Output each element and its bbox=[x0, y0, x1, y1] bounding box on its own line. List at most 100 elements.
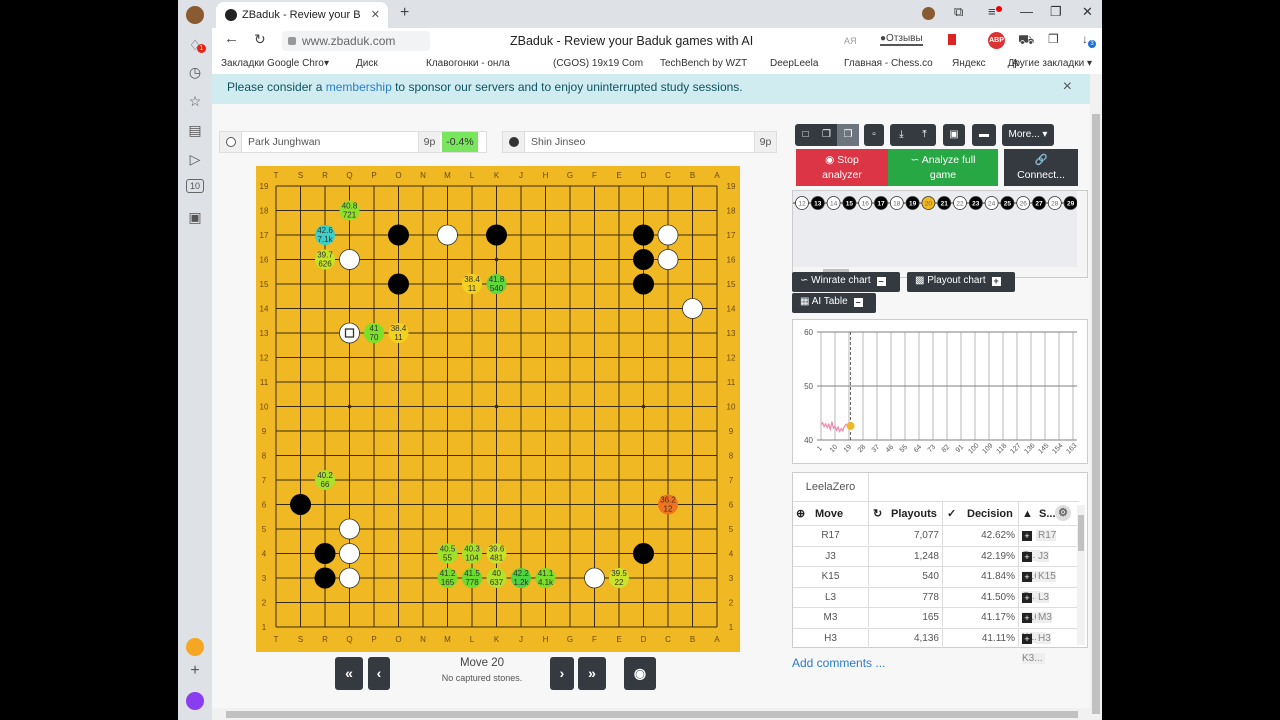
save-icon[interactable]: ▣ bbox=[943, 124, 965, 146]
play-icon[interactable]: ▷ bbox=[186, 150, 204, 168]
last-move-button[interactable]: » bbox=[578, 657, 606, 690]
move-timeline[interactable]: 12 13 14 15 16 17 18 19 20 21 22 23 24 25 26 27 28 29 bbox=[792, 190, 1088, 278]
history-icon[interactable]: ◷ bbox=[186, 63, 204, 81]
toggle-view-button[interactable]: ◉ bbox=[624, 657, 656, 690]
table-row[interactable]: K1554041.84%+K15 C... bbox=[793, 566, 1079, 602]
minimize-icon[interactable]: — bbox=[1020, 4, 1033, 19]
expand-sequence-icon[interactable]: + bbox=[1022, 531, 1032, 541]
page-horizontal-scrollbar[interactable] bbox=[212, 708, 1090, 720]
board-svg[interactable]: TT19 19SS18 18RR17 17QQ16 16PP15 15OO14 14NN13… bbox=[256, 166, 740, 652]
tabs-icon[interactable]: ⧉ bbox=[954, 4, 963, 20]
timeline-move[interactable]: 23 bbox=[968, 196, 983, 210]
delete-icon[interactable]: ▫ bbox=[864, 124, 884, 146]
menu-icon[interactable]: ≡ bbox=[988, 4, 1002, 19]
close-alert-icon[interactable]: × bbox=[1063, 74, 1072, 100]
white-player-name[interactable]: Park Junghwan bbox=[248, 132, 320, 152]
copy-icon[interactable]: ❐ bbox=[816, 124, 837, 146]
extensions-icon[interactable]: ❐ bbox=[1048, 32, 1059, 46]
timeline-move[interactable]: 20 bbox=[921, 196, 936, 210]
engine-tab[interactable]: LeelaZero bbox=[793, 473, 869, 501]
alice-icon[interactable] bbox=[186, 692, 204, 710]
close-tab-icon[interactable]: ✕ bbox=[371, 2, 380, 28]
expand-sequence-icon[interactable]: + bbox=[1022, 613, 1032, 623]
download-icon[interactable]: ↓ 3 bbox=[1082, 32, 1096, 48]
upload-sgf-icon[interactable]: ⤒ bbox=[913, 124, 936, 146]
screenshot-icon[interactable]: ▣ bbox=[186, 208, 204, 226]
timeline-move[interactable]: 17 bbox=[874, 196, 888, 210]
playout-chart-toggle[interactable]: ▩ Playout chart + bbox=[907, 272, 1015, 292]
browser-tab[interactable]: ZBaduk - Review your B ✕ bbox=[216, 2, 388, 28]
timeline-move[interactable]: 12 bbox=[795, 196, 809, 210]
table-row[interactable]: R177,07742.62%+R17 Q... bbox=[793, 525, 1079, 561]
timeline-move[interactable]: 16 bbox=[858, 196, 873, 210]
table-row[interactable]: M3 165 41.17% + M3 K1... bbox=[793, 607, 1079, 643]
add-comments-link[interactable]: Add comments ... bbox=[792, 656, 885, 670]
bookmark-item[interactable]: Главная - Chess.co bbox=[844, 54, 933, 74]
timeline-move[interactable]: 24 bbox=[984, 196, 999, 210]
connect-button[interactable]: 🔗 Connect... bbox=[1004, 149, 1078, 186]
feedback-button[interactable]: ●Отзывы bbox=[880, 33, 923, 46]
restore-icon[interactable]: ❐ bbox=[1050, 4, 1062, 20]
header-move[interactable]: ⊕ Move bbox=[793, 502, 869, 525]
eraser-icon[interactable]: ▬ bbox=[972, 124, 996, 146]
black-player-name[interactable]: Shin Jinseo bbox=[531, 132, 585, 152]
more-dropdown[interactable]: More... ▾ bbox=[1002, 124, 1054, 146]
bookmark-item[interactable]: (CGOS) 19x19 Com bbox=[553, 54, 643, 74]
header-sequence[interactable]: ▲ S... ⚙ bbox=[1019, 502, 1079, 525]
reload-icon[interactable]: ↻ bbox=[254, 31, 266, 48]
paste-icon[interactable]: ❐ bbox=[837, 124, 859, 146]
table-row[interactable]: H3 4,136 41.11% + H3 K3... bbox=[793, 627, 1079, 664]
scroll-thumb[interactable] bbox=[226, 711, 1078, 718]
previous-move-button[interactable]: ‹ bbox=[368, 657, 390, 690]
adblock-icon[interactable]: ABP bbox=[988, 32, 1005, 49]
membership-link[interactable]: membership bbox=[326, 80, 392, 94]
timeline-move[interactable]: 28 bbox=[1047, 196, 1062, 210]
new-tab-button[interactable]: + bbox=[400, 4, 409, 22]
profile-avatar-small[interactable] bbox=[922, 7, 935, 20]
bookmark-icon[interactable] bbox=[948, 34, 956, 45]
timeline-move[interactable]: 27 bbox=[1032, 196, 1046, 210]
translate-icon[interactable]: AЯ bbox=[844, 36, 857, 46]
table-row[interactable]: L377841.50%+L3 K16... bbox=[793, 586, 1079, 623]
bookmark-item[interactable]: Клавогонки - онла bbox=[426, 54, 510, 74]
timeline-move[interactable]: 13 bbox=[810, 196, 825, 210]
star-icon[interactable]: ☆ bbox=[186, 92, 204, 110]
timeline-move[interactable]: 26 bbox=[1016, 196, 1031, 210]
counter-10-icon[interactable]: 10 bbox=[186, 179, 204, 193]
collections-icon[interactable]: ▤ bbox=[186, 121, 204, 139]
timeline-move[interactable]: 29 bbox=[1063, 196, 1077, 210]
bookmark-item[interactable]: Закладки Google Chro bbox=[221, 54, 324, 74]
add-icon[interactable]: + bbox=[186, 662, 204, 680]
timeline-move[interactable]: 15 bbox=[842, 196, 857, 210]
expand-sequence-icon[interactable]: + bbox=[1022, 572, 1032, 582]
expand-sequence-icon[interactable]: + bbox=[1022, 633, 1032, 644]
timeline-move[interactable]: 25 bbox=[1000, 196, 1015, 210]
bookmark-item[interactable]: TechBench by WZT bbox=[660, 54, 747, 74]
bookmark-item[interactable]: Диск bbox=[356, 54, 378, 74]
yandex-app-icon[interactable] bbox=[186, 638, 204, 656]
stop-analyzer-button[interactable]: ◉ Stop analyzer bbox=[796, 149, 888, 186]
expand-sequence-icon[interactable]: + bbox=[1022, 551, 1032, 562]
analyze-full-game-button[interactable]: ∽ Analyze full game bbox=[888, 149, 998, 186]
close-window-icon[interactable]: ✕ bbox=[1082, 4, 1093, 20]
ai-table-toggle[interactable]: ▦ AI Table – bbox=[792, 293, 876, 313]
timeline-move[interactable]: 14 bbox=[826, 196, 841, 210]
other-bookmarks[interactable]: Другие закладки ▾ bbox=[1008, 54, 1092, 74]
header-decision[interactable]: ✓ Decision bbox=[943, 502, 1019, 525]
timeline-move[interactable]: 22 bbox=[953, 196, 967, 210]
first-move-button[interactable]: « bbox=[335, 657, 363, 690]
next-move-button[interactable]: › bbox=[550, 657, 574, 690]
scroll-thumb[interactable] bbox=[1092, 114, 1100, 714]
extension-car-icon[interactable]: ⛟ bbox=[1018, 32, 1034, 50]
timeline-move[interactable]: 21 bbox=[937, 196, 952, 210]
gear-icon[interactable]: ⚙ bbox=[1055, 505, 1071, 521]
table-row[interactable]: J31,24842.19%+J3 K16... bbox=[793, 545, 1079, 582]
header-playouts[interactable]: ↻ Playouts bbox=[869, 502, 943, 525]
new-file-icon[interactable]: □ bbox=[795, 124, 816, 146]
page-vertical-scrollbar[interactable] bbox=[1090, 74, 1102, 720]
go-board[interactable]: T T 19 19 S S 18 18 R R 17 17 Q Q 16 16 P P 15 15 O O 14 14 N N 13… bbox=[256, 166, 740, 652]
url-bar[interactable]: www.zbaduk.com bbox=[282, 31, 430, 51]
expand-sequence-icon[interactable]: + bbox=[1022, 592, 1032, 603]
winrate-chart-toggle[interactable]: ∽ Winrate chart – bbox=[792, 272, 900, 292]
table-scrollbar[interactable] bbox=[1077, 505, 1085, 645]
